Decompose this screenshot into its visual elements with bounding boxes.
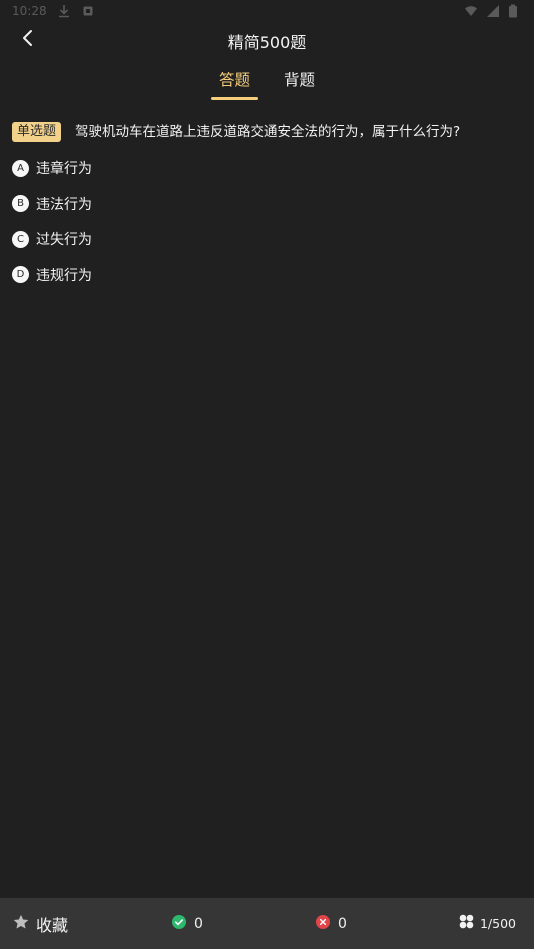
- mode-tabs: 答题 背题: [0, 64, 534, 102]
- x-circle-icon: [316, 914, 330, 933]
- app-notification-icon: [81, 4, 95, 18]
- grid-icon: [459, 914, 474, 933]
- question: 单选题 驾驶机动车在道路上违反道路交通安全法的行为，属于什么行为?: [12, 122, 522, 142]
- favorite-label: 收藏: [36, 915, 69, 935]
- option-c[interactable]: C 过失行为: [12, 229, 92, 249]
- status-left: 10:28: [12, 4, 95, 18]
- header: 精简500题: [0, 22, 534, 58]
- option-b[interactable]: B 违法行为: [12, 194, 92, 214]
- correct-counter: 0: [172, 898, 203, 949]
- page-title: 精简500题: [227, 33, 307, 52]
- correct-count: 0: [194, 915, 203, 932]
- wrong-count: 0: [338, 915, 347, 932]
- status-time: 10:28: [12, 4, 47, 18]
- option-d[interactable]: D 违规行为: [12, 265, 92, 285]
- status-bar: 10:28: [0, 0, 534, 22]
- question-type-badge: 单选题: [12, 122, 62, 142]
- status-right: [464, 4, 522, 18]
- download-icon: [57, 4, 71, 18]
- option-key-badge: A: [12, 159, 29, 177]
- option-list: A 违章行为 B 违法行为 C 过失行为 D 违规行为: [12, 158, 92, 300]
- tab-answer[interactable]: 答题: [210, 64, 259, 102]
- progress-label: 1/500: [479, 916, 516, 931]
- wifi-icon: [464, 4, 478, 18]
- tab-study[interactable]: 背题: [284, 64, 315, 102]
- question-text: 驾驶机动车在道路上违反道路交通安全法的行为，属于什么行为?: [75, 124, 461, 140]
- option-text: 过失行为: [36, 232, 92, 248]
- check-circle-icon: [172, 914, 186, 933]
- option-key-badge: B: [12, 195, 29, 212]
- bottom-bar: 收藏 0 0 1/500: [0, 898, 534, 949]
- favorite-button[interactable]: 收藏: [12, 912, 68, 936]
- option-text: 违法行为: [36, 196, 92, 213]
- star-icon: [12, 913, 30, 935]
- option-text: 违规行为: [36, 267, 92, 284]
- battery-icon: [508, 4, 522, 18]
- option-text: 违章行为: [36, 161, 92, 177]
- signal-icon: [486, 4, 500, 18]
- option-key-badge: C: [12, 230, 29, 248]
- option-key-badge: D: [12, 266, 29, 283]
- wrong-counter: 0: [316, 898, 347, 949]
- option-a[interactable]: A 违章行为: [12, 158, 92, 178]
- question-index-button[interactable]: 1/500: [459, 898, 516, 949]
